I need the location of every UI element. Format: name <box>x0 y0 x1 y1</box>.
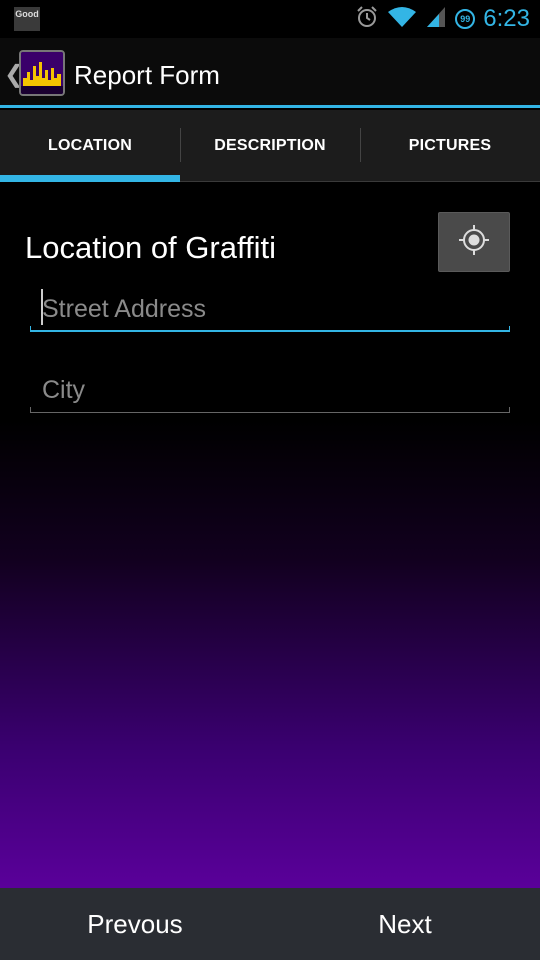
city-underline <box>30 407 510 413</box>
notification-app-icon: Good <box>14 7 40 31</box>
section-title: Location of Graffiti <box>25 230 277 265</box>
alarm-icon <box>355 5 379 34</box>
status-time: 6:23 <box>483 5 530 32</box>
wifi-icon <box>387 5 417 34</box>
action-bar: ❮ Report Form <box>0 38 540 108</box>
status-icons: 99 6:23 <box>355 0 530 38</box>
status-bar: Good 99 6:23 <box>0 0 540 38</box>
city-skyline-icon[interactable] <box>19 50 65 96</box>
street-address-field[interactable] <box>30 286 510 332</box>
page-title: Report Form <box>74 60 220 90</box>
tab-pictures[interactable]: PICTURES <box>360 110 540 181</box>
tab-description[interactable]: DESCRIPTION <box>180 110 360 181</box>
street-address-underline <box>30 326 510 332</box>
city-field[interactable] <box>30 367 510 413</box>
next-button[interactable]: Next <box>270 888 540 960</box>
tab-location[interactable]: LOCATION <box>0 110 180 182</box>
city-input[interactable] <box>30 367 510 413</box>
gps-locate-icon <box>457 223 491 262</box>
battery-icon: 99 <box>455 9 476 29</box>
tab-bar: LOCATION DESCRIPTION PICTURES <box>0 110 540 182</box>
text-cursor <box>41 289 43 325</box>
bottom-navigation-bar: Prevous Next <box>0 888 540 960</box>
notification-label: Good <box>15 9 39 19</box>
battery-level: 99 <box>460 14 471 24</box>
background-gradient <box>0 420 540 888</box>
signal-icon <box>425 5 447 34</box>
previous-button[interactable]: Prevous <box>0 888 270 960</box>
street-address-input[interactable] <box>30 286 510 332</box>
locate-button[interactable] <box>438 212 510 272</box>
